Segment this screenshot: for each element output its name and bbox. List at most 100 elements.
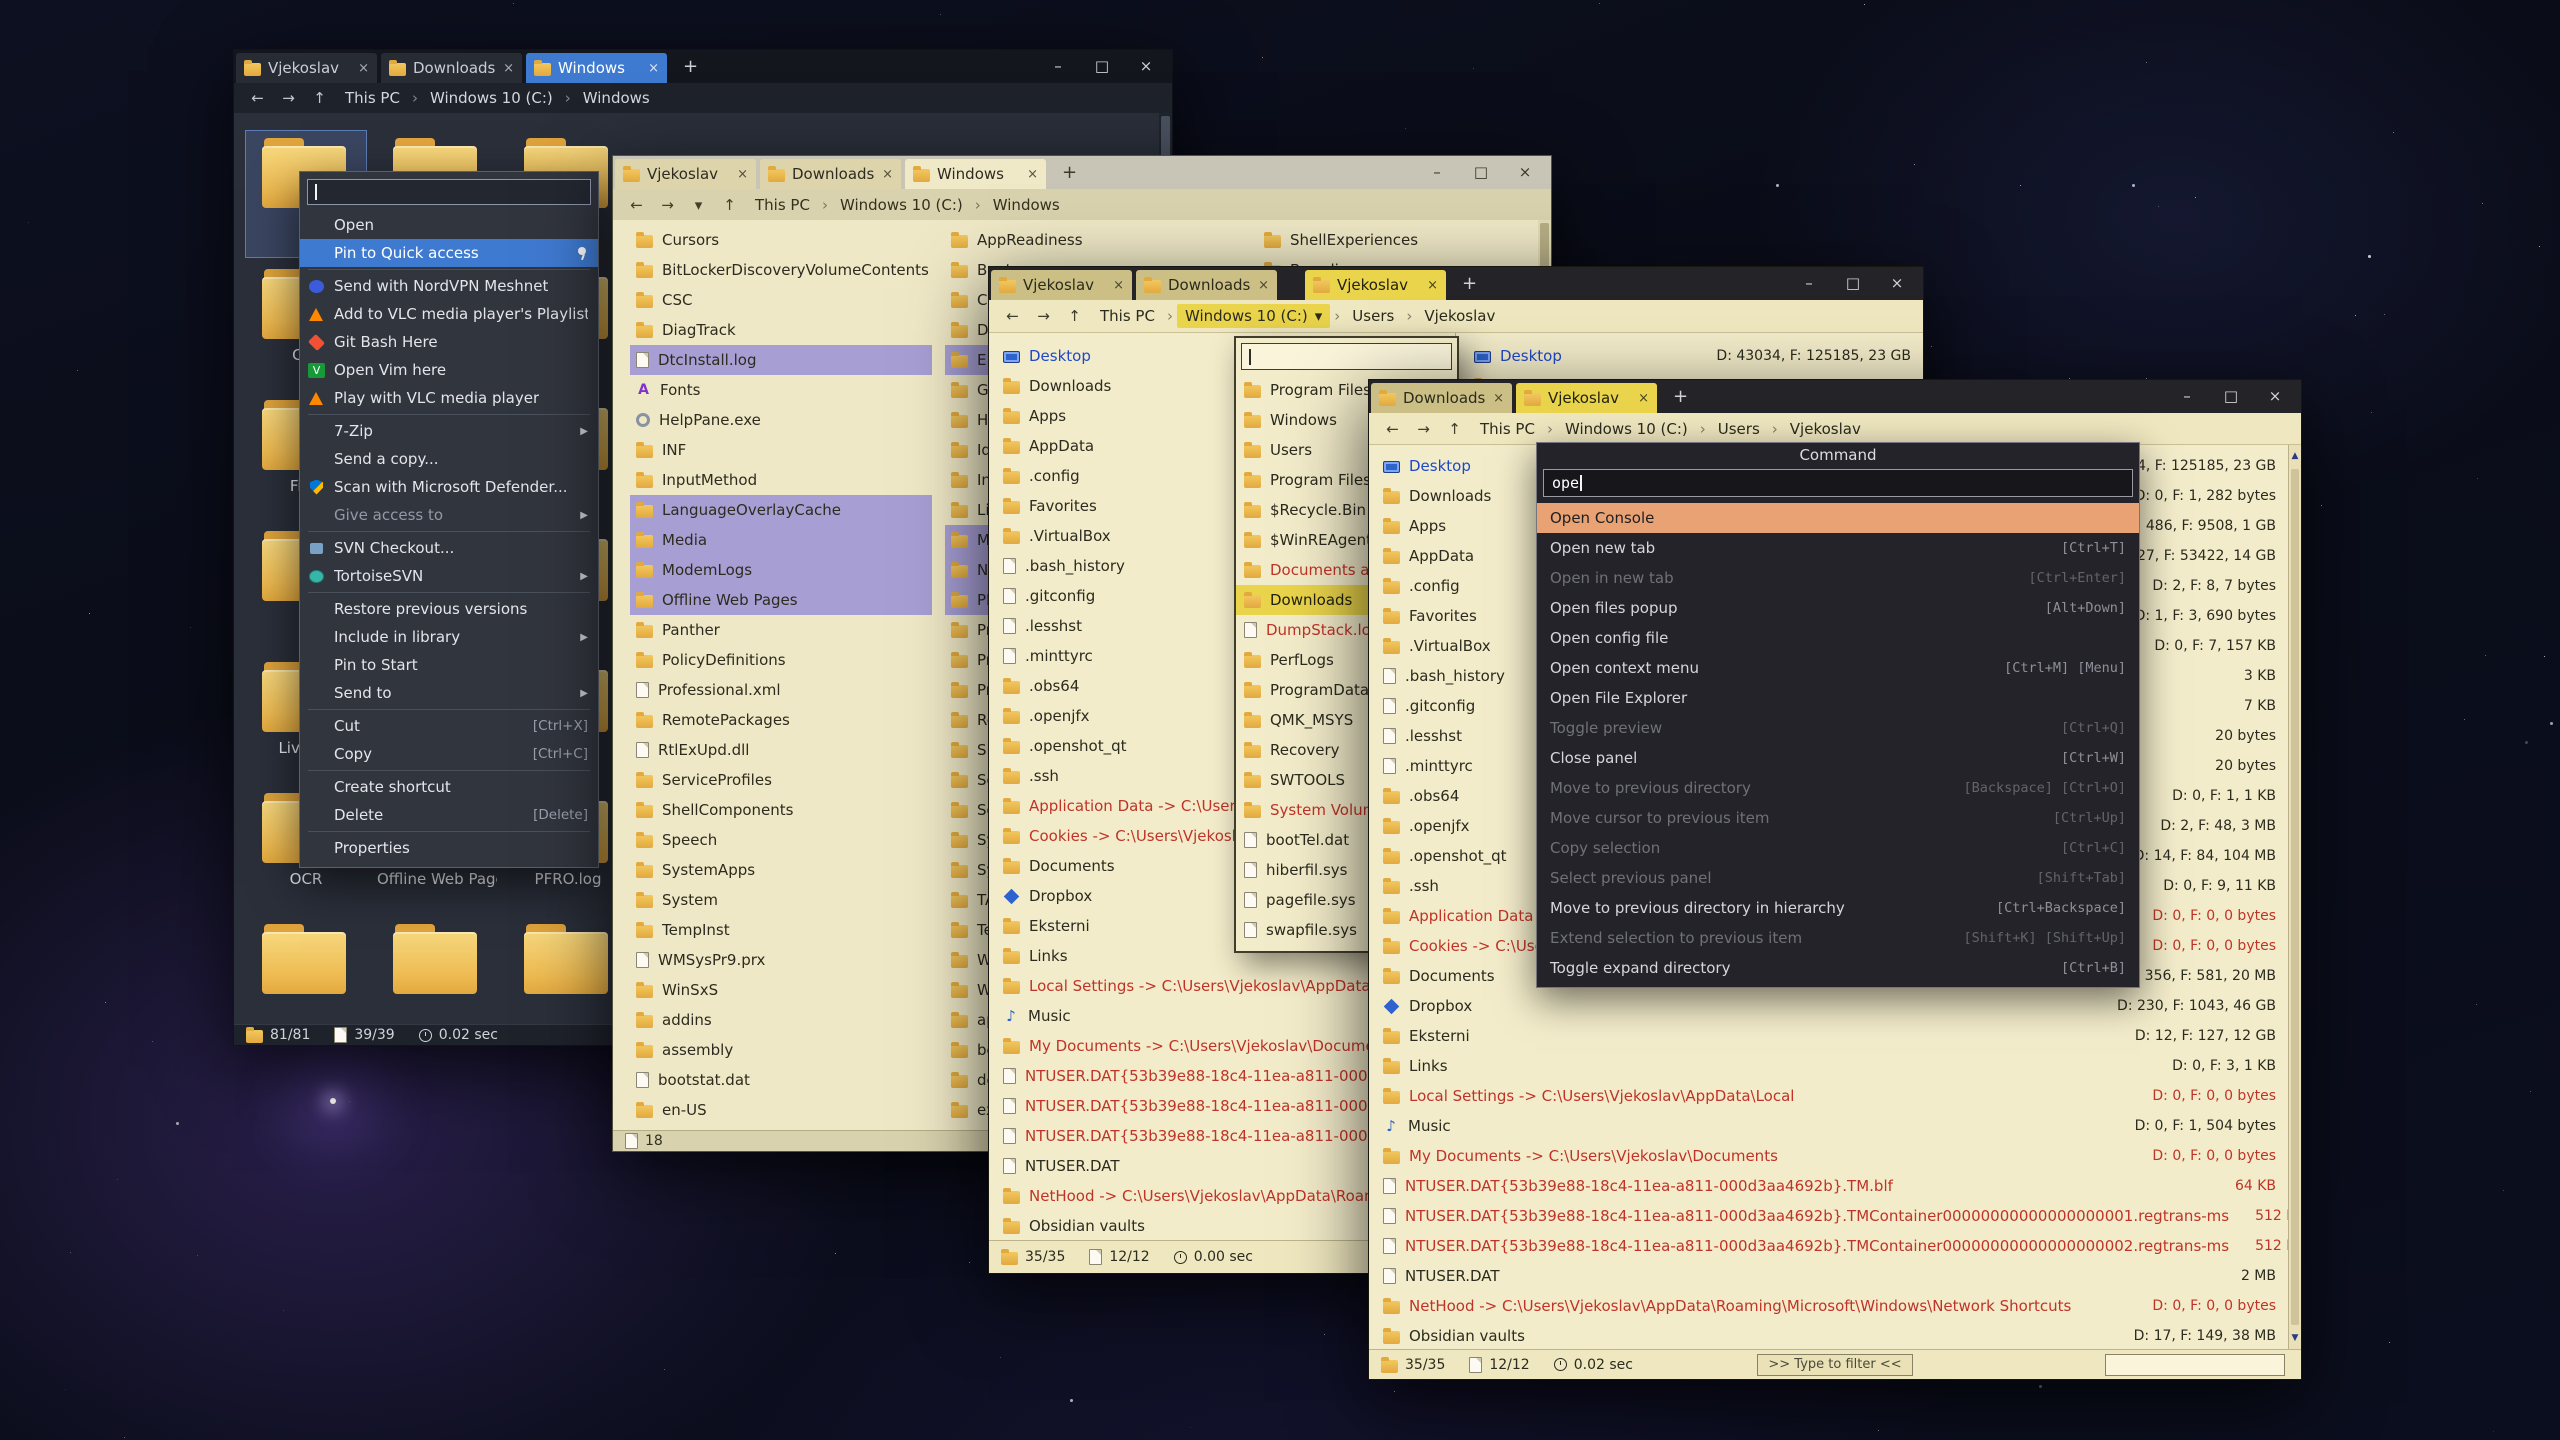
file-row-ntuser-dat-53b39e88-18c4-11ea-a811-000d3aa4692b-tm-blf[interactable]: NTUSER.DAT{53b39e88-18c4-11ea-a811-000d3… xyxy=(1369,1171,2288,1201)
file-row-remotepackages[interactable]: RemotePackages xyxy=(630,705,932,735)
context-menu-item-svn-checkout[interactable]: SVN Checkout... xyxy=(300,534,598,562)
window-close-button[interactable]: × xyxy=(1875,267,1919,300)
window-maximize-button[interactable]: □ xyxy=(1080,50,1124,83)
win4-tab-vjekoslav[interactable]: Vjekoslav× xyxy=(1516,383,1657,413)
file-row-system[interactable]: System xyxy=(630,885,932,915)
file-row-assembly[interactable]: assembly xyxy=(630,1035,932,1065)
tab-close-icon[interactable]: × xyxy=(358,61,369,76)
context-menu-item-tortoisesvn[interactable]: TortoiseSVN▶ xyxy=(300,562,598,590)
new-tab-button[interactable]: + xyxy=(675,56,706,77)
tab-close-icon[interactable]: × xyxy=(1113,278,1124,293)
win3-crumb-users[interactable]: Users xyxy=(1344,304,1402,328)
file-row-music[interactable]: ♪MusicD: 0, F: 1, 504 bytes xyxy=(1369,1111,2288,1141)
file-row-speech[interactable]: Speech xyxy=(630,825,932,855)
command-item-open-context-menu[interactable]: Open context menu[Ctrl+M] [Menu] xyxy=(1537,653,2139,683)
tab-close-icon[interactable]: × xyxy=(1638,391,1649,406)
win2-crumb-windows-10-c[interactable]: Windows 10 (C:) xyxy=(832,193,971,217)
window-maximize-button[interactable]: □ xyxy=(1459,156,1503,189)
context-menu-item-restore-previous-versions[interactable]: Restore previous versions xyxy=(300,595,598,623)
win3-crumb-this-pc[interactable]: This PC xyxy=(1092,304,1163,328)
nav-up-icon[interactable]: ↑ xyxy=(1441,420,1468,438)
file-row-policydefinitions[interactable]: PolicyDefinitions xyxy=(630,645,932,675)
file-icon-item[interactable] xyxy=(508,917,628,1024)
file-row-serviceprofiles[interactable]: ServiceProfiles xyxy=(630,765,932,795)
command-item-select-previous-panel[interactable]: Select previous panel[Shift+Tab] xyxy=(1537,863,2139,893)
win2-tab-vjekoslav[interactable]: Vjekoslav× xyxy=(615,159,756,189)
context-menu-item-properties[interactable]: Properties xyxy=(300,834,598,862)
file-row-links[interactable]: LinksD: 0, F: 3, 1 KB xyxy=(1369,1051,2288,1081)
type-to-filter-hint[interactable]: >> Type to filter << xyxy=(1757,1354,1913,1376)
file-icon-item[interactable] xyxy=(246,917,366,1024)
file-row-bootstat-dat[interactable]: bootstat.dat xyxy=(630,1065,932,1095)
command-item-open-files-popup[interactable]: Open files popup[Alt+Down] xyxy=(1537,593,2139,623)
file-row-ntuser-dat[interactable]: NTUSER.DAT2 MB xyxy=(1369,1261,2288,1291)
file-row-professional-xml[interactable]: Professional.xml xyxy=(630,675,932,705)
context-menu-item-add-to-vlc-media-player-s-playlist[interactable]: Add to VLC media player's Playlist xyxy=(300,300,598,328)
file-row-csc[interactable]: CSC xyxy=(630,285,932,315)
win4-tab-downloads[interactable]: Downloads× xyxy=(1371,383,1512,413)
context-menu-item-give-access-to[interactable]: Give access to▶ xyxy=(300,501,598,529)
status-input-box[interactable] xyxy=(2105,1354,2285,1376)
file-row-diagtrack[interactable]: DiagTrack xyxy=(630,315,932,345)
context-menu-item-include-in-library[interactable]: Include in library▶ xyxy=(300,623,598,651)
palette-search-input[interactable]: ope xyxy=(1543,469,2133,497)
nav-forward-icon[interactable]: → xyxy=(275,89,302,107)
scroll-up-icon[interactable]: ▲ xyxy=(2289,445,2301,467)
win3-tab-vjekoslav[interactable]: Vjekoslav× xyxy=(1305,270,1446,300)
nav-back-icon[interactable]: ← xyxy=(999,307,1026,325)
window-maximize-button[interactable]: □ xyxy=(1831,267,1875,300)
new-tab-button[interactable]: + xyxy=(1665,386,1696,407)
new-tab-button[interactable]: + xyxy=(1054,162,1085,183)
command-item-move-cursor-to-previous-item[interactable]: Move cursor to previous item[Ctrl+Up] xyxy=(1537,803,2139,833)
win3-tab-vjekoslav[interactable]: Vjekoslav× xyxy=(991,270,1132,300)
context-menu-item-git-bash-here[interactable]: Git Bash Here xyxy=(300,328,598,356)
context-menu-item-play-with-vlc-media-player[interactable]: Play with VLC media player xyxy=(300,384,598,412)
file-row-offline-web-pages[interactable]: Offline Web Pages xyxy=(630,585,932,615)
nav-up-icon[interactable]: ↑ xyxy=(716,196,743,214)
file-row-appreadiness[interactable]: AppReadiness xyxy=(945,225,1247,255)
file-row-wmsyspr9-prx[interactable]: WMSysPr9.prx xyxy=(630,945,932,975)
window-minimize-button[interactable]: – xyxy=(1415,156,1459,189)
file-row-inf[interactable]: INF xyxy=(630,435,932,465)
context-menu-item-cut[interactable]: Cut[Ctrl+X] xyxy=(300,712,598,740)
nav-back-icon[interactable]: ← xyxy=(1379,420,1406,438)
win4-crumb-this-pc[interactable]: This PC xyxy=(1472,417,1543,441)
tab-close-icon[interactable]: × xyxy=(503,61,514,76)
window-maximize-button[interactable]: □ xyxy=(2209,380,2253,413)
nav-forward-icon[interactable]: → xyxy=(1030,307,1057,325)
file-row-cursors[interactable]: Cursors xyxy=(630,225,932,255)
popup-filter-input[interactable] xyxy=(1241,343,1452,370)
window-close-button[interactable]: × xyxy=(1503,156,1547,189)
nav-back-icon[interactable]: ← xyxy=(623,196,650,214)
win1-crumb-windows-10-c[interactable]: Windows 10 (C:) xyxy=(422,86,561,110)
win3-crumb-windows-10-c[interactable]: Windows 10 (C:)▾ xyxy=(1177,304,1330,328)
file-row-shellcomponents[interactable]: ShellComponents xyxy=(630,795,932,825)
file-row-media[interactable]: Media xyxy=(630,525,932,555)
context-menu-item-open-vim-here[interactable]: Open Vim here xyxy=(300,356,598,384)
command-item-copy-selection[interactable]: Copy selection[Ctrl+C] xyxy=(1537,833,2139,863)
tab-close-icon[interactable]: × xyxy=(1427,278,1438,293)
file-row-nethood[interactable]: NetHood -> C:\Users\Vjekoslav\AppData\Ro… xyxy=(1369,1291,2288,1321)
nav-forward-icon[interactable]: → xyxy=(1410,420,1437,438)
win2-tab-downloads[interactable]: Downloads× xyxy=(760,159,901,189)
nav-forward-icon[interactable]: → xyxy=(654,196,681,214)
tab-close-icon[interactable]: × xyxy=(737,167,748,182)
context-menu-item-7-zip[interactable]: 7-Zip▶ xyxy=(300,417,598,445)
context-menu-item-pin-to-quick-access[interactable]: Pin to Quick access xyxy=(300,239,598,267)
file-row-winsxs[interactable]: WinSxS xyxy=(630,975,932,1005)
context-menu-item-pin-to-start[interactable]: Pin to Start xyxy=(300,651,598,679)
command-item-move-to-previous-directory-in-hierarchy[interactable]: Move to previous directory in hierarchy[… xyxy=(1537,893,2139,923)
file-row-dtcinstall-log[interactable]: DtcInstall.log xyxy=(630,345,932,375)
file-row-desktop[interactable]: DesktopD: 43034, F: 125185, 23 GB xyxy=(1460,341,1923,371)
win2-crumb-windows[interactable]: Windows xyxy=(985,193,1068,217)
nav-up-icon[interactable]: ↑ xyxy=(306,89,333,107)
scrollbar[interactable]: ▲ ▼ xyxy=(2288,445,2301,1349)
scroll-down-icon[interactable]: ▼ xyxy=(2289,1327,2301,1349)
new-tab-button[interactable]: + xyxy=(1454,273,1485,294)
context-menu-item-open[interactable]: Open xyxy=(300,211,598,239)
command-item-open-new-tab[interactable]: Open new tab[Ctrl+T] xyxy=(1537,533,2139,563)
file-row-inputmethod[interactable]: InputMethod xyxy=(630,465,932,495)
window-minimize-button[interactable]: – xyxy=(1036,50,1080,83)
win3-crumb-vjekoslav[interactable]: Vjekoslav xyxy=(1416,304,1503,328)
win1-crumb-this-pc[interactable]: This PC xyxy=(337,86,408,110)
